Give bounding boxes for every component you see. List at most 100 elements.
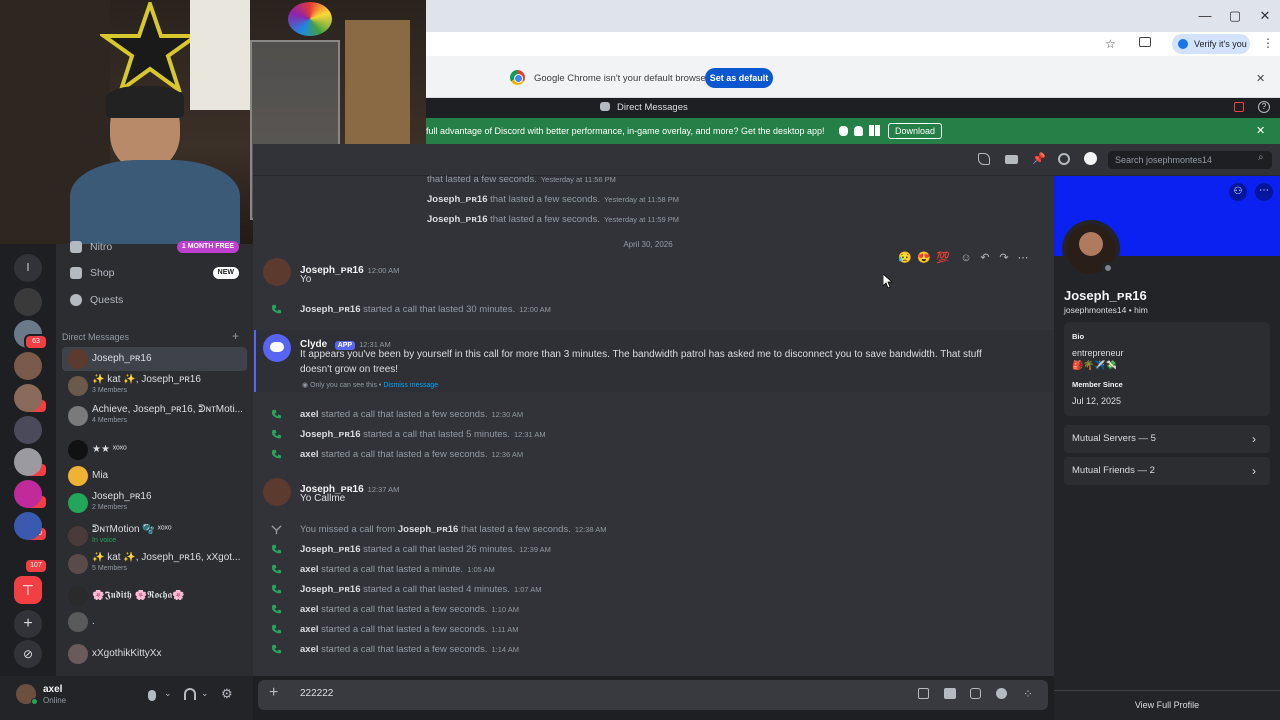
chevron-down-icon[interactable]: ⌄ (201, 688, 209, 699)
heart-eyes-emoji-icon[interactable]: 😍 (917, 252, 931, 264)
call-author[interactable]: Joseph_ᴘʀ16 (300, 544, 360, 555)
verify-button[interactable]: Verify it's you (1172, 34, 1250, 54)
dm-subtitle: 3 Members (92, 387, 128, 394)
dm-item[interactable]: Joseph_ᴘʀ16 (62, 347, 247, 371)
unread-badge: 107 (24, 558, 48, 574)
call-log: axel started a call that lasted a few se… (300, 624, 518, 635)
add-reaction-icon[interactable]: ☺ (960, 252, 972, 264)
hundred-emoji-icon[interactable]: 💯 (936, 252, 950, 264)
server-icon[interactable]: ⊤ (14, 576, 42, 604)
chevron-right-icon: › (1252, 464, 1256, 478)
more-icon[interactable]: ⋯ (1255, 183, 1273, 201)
attach-plus-icon[interactable]: + (269, 684, 278, 702)
dm-item[interactable]: xXgothikKittyXx (62, 642, 247, 678)
dm-item[interactable]: Achieve, Joseph_ᴘʀ16, ᕲɴᴛMoti... 4 Member… (62, 404, 247, 440)
call-author[interactable]: Joseph_ᴘʀ16 (398, 524, 458, 535)
dm-name: ᕲɴᴛMotion 🫧 ˣᵒˣᵒ (92, 524, 172, 535)
nitro-nav[interactable]: Nitro 1 MONTH FREE (62, 234, 247, 260)
avatar (68, 406, 88, 426)
search-input[interactable]: Search josephmontes14 (1108, 151, 1272, 169)
call-text: started a call that lasted a few seconds… (321, 409, 488, 420)
call-author[interactable]: axel (300, 644, 319, 655)
avatar (68, 349, 88, 369)
dismiss-message-link[interactable]: Dismiss message (383, 382, 438, 389)
dm-home-icon[interactable]: l (14, 254, 42, 282)
call-author[interactable]: axel (300, 449, 319, 460)
call-log: that lasted a few seconds. Yesterday at 1… (427, 174, 616, 185)
sad-emoji-icon[interactable]: 😥 (898, 252, 912, 264)
call-author[interactable]: Joseph_ᴘʀ16 (427, 214, 487, 225)
call-author[interactable]: Joseph_ᴘʀ16 (300, 584, 360, 595)
server-icon[interactable] (14, 448, 42, 476)
headphones-icon[interactable] (184, 688, 196, 700)
server-icon[interactable] (14, 352, 42, 380)
dm-name: Joseph_ᴘʀ16 (92, 491, 152, 502)
more-icon[interactable]: ⋯ (1017, 252, 1029, 264)
call-time: 12:38 AM (574, 525, 607, 534)
avatar[interactable] (263, 258, 291, 286)
minimize-icon[interactable]: — (1190, 6, 1220, 26)
call-log: axel started a call that lasted a minute… (300, 564, 495, 575)
avatar (68, 586, 88, 606)
avatar[interactable] (263, 478, 291, 506)
dm-item[interactable]: Joseph_ᴘʀ16 2 Members (62, 491, 247, 527)
mutual-servers-row[interactable]: Mutual Servers — 5 › (1064, 425, 1270, 453)
inbox-icon[interactable] (1234, 102, 1244, 112)
settings-gear-icon[interactable]: ⚙ (221, 686, 233, 702)
pin-icon[interactable]: 📌 (1032, 152, 1046, 165)
server-icon[interactable] (14, 480, 42, 508)
call-author[interactable]: axel (300, 624, 319, 635)
help-icon[interactable]: ? (1258, 101, 1270, 113)
view-full-profile-button[interactable]: View Full Profile (1054, 690, 1280, 720)
quests-nav[interactable]: Quests (62, 287, 247, 313)
create-dm-icon[interactable]: + (232, 329, 239, 343)
maximize-icon[interactable]: ▢ (1220, 6, 1250, 26)
server-icon[interactable] (14, 416, 42, 444)
call-log: Joseph_ᴘʀ16 started a call that lasted 2… (300, 544, 551, 555)
forward-icon[interactable]: ↷ (998, 252, 1010, 264)
add-server-icon[interactable]: + (14, 610, 42, 638)
gift-icon[interactable] (918, 688, 929, 699)
close-infobar-icon[interactable]: ✕ (1256, 72, 1265, 85)
call-author[interactable]: axel (300, 409, 319, 420)
server-icon[interactable] (14, 384, 42, 412)
gif-icon[interactable] (944, 688, 956, 699)
microphone-icon[interactable] (148, 690, 156, 701)
emoji-icon[interactable] (996, 688, 1007, 699)
call-text: started a call that lasted a few seconds… (321, 449, 488, 460)
server-icon[interactable] (14, 288, 42, 316)
tab-search-icon[interactable] (1139, 37, 1151, 47)
wall-poster (190, 0, 250, 110)
chevron-down-icon[interactable]: ⌄ (164, 688, 172, 699)
apps-icon[interactable]: ⁘ (1023, 687, 1033, 701)
dm-item[interactable]: ✨ kat ✨, Joseph_ᴘʀ16, xXgot... 5 Members (62, 552, 247, 588)
sticker-icon[interactable] (970, 688, 981, 699)
call-author[interactable]: axel (300, 604, 319, 615)
dm-item[interactable]: . (62, 610, 247, 646)
add-friend-icon[interactable] (1058, 153, 1070, 165)
voice-call-icon[interactable] (978, 153, 990, 165)
avatar (68, 554, 88, 574)
discover-icon[interactable]: ⊘ (14, 640, 42, 668)
message-composer[interactable]: + 222222 ⁘ (258, 680, 1048, 710)
reply-icon[interactable]: ↶ (979, 252, 991, 264)
close-banner-icon[interactable]: ✕ (1256, 118, 1265, 144)
video-call-icon[interactable] (1005, 155, 1018, 164)
add-friend-icon[interactable]: ⚇ (1229, 183, 1247, 201)
user-profile-icon[interactable] (1084, 152, 1097, 165)
call-author[interactable]: Joseph_ᴘʀ16 (300, 304, 360, 315)
bookmark-star-icon[interactable]: ☆ (1105, 37, 1116, 51)
message-input[interactable]: 222222 (300, 688, 333, 699)
download-button[interactable]: Download (888, 123, 942, 139)
shop-nav[interactable]: Shop NEW (62, 260, 247, 286)
call-time: 12:39 AM (519, 545, 551, 554)
server-icon[interactable] (14, 512, 42, 540)
user-name: axel (43, 684, 63, 695)
call-author[interactable]: Joseph_ᴘʀ16 (427, 194, 487, 205)
set-default-button[interactable]: Set as default (705, 68, 773, 88)
browser-menu-icon[interactable]: ⋮ (1262, 36, 1274, 50)
call-author[interactable]: Joseph_ᴘʀ16 (300, 429, 360, 440)
close-window-icon[interactable]: ✕ (1250, 6, 1280, 26)
mutual-friends-row[interactable]: Mutual Friends — 2 › (1064, 457, 1270, 485)
call-author[interactable]: axel (300, 564, 319, 575)
